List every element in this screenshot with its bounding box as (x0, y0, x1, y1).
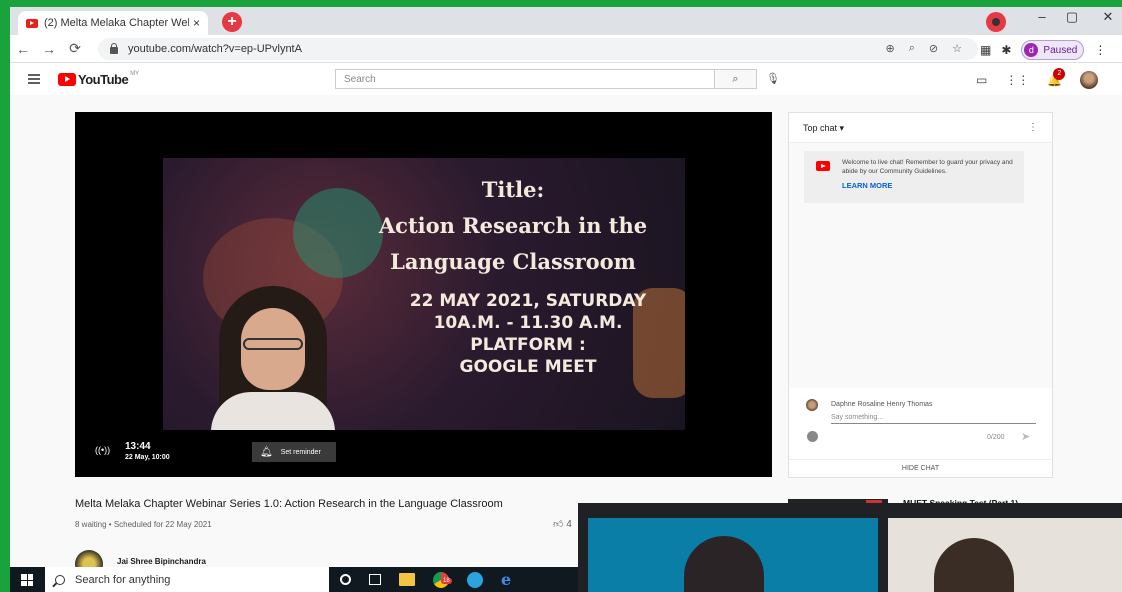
search-button[interactable]: ⌕ (715, 69, 757, 89)
set-reminder-button[interactable]: 🔔︎ Set reminder (252, 442, 336, 462)
thumbs-up-icon: 👍︎ (553, 519, 564, 530)
video-thumbnail-slide: Title: Action Research in the Language C… (163, 158, 685, 430)
windows-taskbar: Search for anything 18 e (10, 567, 590, 592)
address-bar[interactable]: youtube.com/watch?v=ep-UPvlyntA ⊕ ⌕ ⊘ ☆ (98, 38, 978, 60)
notifications-bell-icon[interactable]: 🔔 2 (1047, 68, 1066, 87)
youtube-logo[interactable]: YouTube MY (58, 70, 140, 87)
extension-grid-icon[interactable]: ▦ (980, 43, 991, 57)
close-tab-icon[interactable]: × (193, 16, 200, 30)
reload-icon[interactable]: ⟳ (62, 40, 88, 57)
lock-icon (110, 42, 118, 54)
welcome-text: Welcome to live chat! Remember to guard … (842, 159, 1013, 175)
toolbar: ← → ⟳ youtube.com/watch?v=ep-UPvlyntA ⊕ … (10, 35, 1122, 63)
video-player[interactable]: Title: Action Research in the Language C… (75, 112, 772, 477)
participant-tile[interactable] (588, 518, 878, 592)
watch-page: Title: Action Research in the Language C… (10, 95, 1122, 567)
back-icon[interactable]: ← (10, 41, 36, 57)
forward-icon[interactable]: → (36, 41, 62, 57)
emoji-icon[interactable] (807, 431, 818, 442)
youtube-icon (816, 161, 830, 171)
search-icon: ⌕ (732, 73, 739, 85)
chat-message-input[interactable]: Say something... (831, 414, 1036, 424)
live-chat-panel: Top chat ▾ ⋮ Welcome to live chat! Remem… (788, 112, 1053, 478)
telegram-icon[interactable] (467, 571, 483, 588)
tab-strip: (2) Melta Melaka Chapter Webinar × + – ▢… (10, 7, 1122, 35)
account-avatar[interactable] (1080, 71, 1099, 89)
task-view-icon[interactable] (369, 574, 381, 585)
video-call-overlay (578, 503, 1122, 592)
recording-extension-icon[interactable] (986, 12, 1006, 32)
file-explorer-icon[interactable] (399, 573, 415, 586)
chat-user-avatar (806, 399, 818, 411)
profile-button[interactable]: d Paused (1021, 40, 1085, 60)
video-title: Melta Melaka Chapter Webinar Series 1.0:… (75, 498, 503, 510)
hide-chat-button[interactable]: HIDE CHAT (789, 459, 1052, 479)
chrome-icon[interactable]: 18 (433, 571, 452, 588)
url-text: youtube.com/watch?v=ep-UPvlyntA (128, 43, 302, 55)
youtube-favicon-icon (26, 18, 38, 28)
extensions-puzzle-icon[interactable]: ✱ (1001, 43, 1011, 57)
create-video-icon[interactable]: ▭ (976, 73, 987, 87)
participant-tile[interactable] (888, 518, 1122, 592)
countdown-time: 13:44 (125, 441, 151, 452)
presenter-photo (203, 286, 343, 430)
microphone-icon[interactable]: 🎙 (766, 72, 780, 85)
channel-avatar[interactable] (75, 550, 103, 567)
participant-video (934, 538, 1014, 592)
edge-icon[interactable]: e (501, 570, 511, 589)
search-input[interactable]: Search (335, 69, 715, 89)
youtube-header: YouTube MY Search ⌕ 🎙 ▭ ⋮⋮ 🔔 2 (10, 64, 1122, 94)
send-icon[interactable]: ➤ (1021, 430, 1030, 443)
browser-tab[interactable]: (2) Melta Melaka Chapter Webinar × (18, 11, 208, 35)
countdown-date: 22 May, 10:00 (125, 454, 170, 461)
like-count: 4 (566, 519, 572, 530)
close-window-icon[interactable]: ✕ (1094, 9, 1122, 25)
tab-title: (2) Melta Melaka Chapter Webinar (44, 17, 189, 29)
slide-event-details: 22 MAY 2021, SATURDAY 10A.M. - 11.30 A.M… (409, 291, 647, 377)
like-button[interactable]: 👍︎ 4 (553, 518, 572, 530)
channel-name[interactable]: Jai Shree Bipinchandra (117, 557, 206, 566)
chat-more-icon[interactable]: ⋮ (1028, 122, 1038, 133)
learn-more-link[interactable]: LEARN MORE (842, 181, 1016, 190)
zoom-icon[interactable]: ⌕ (909, 42, 915, 55)
region-label: MY (130, 70, 140, 77)
bell-icon: 🔔︎ (260, 446, 273, 458)
youtube-play-icon (58, 73, 76, 86)
profile-status: Paused (1043, 44, 1078, 56)
char-counter: 0/200 (987, 434, 1005, 441)
cortana-icon[interactable] (340, 574, 351, 585)
chat-input-area: Daphne Rosaline Henry Thomas Say somethi… (789, 391, 1052, 457)
chrome-badge: 18 (441, 577, 452, 584)
chat-header: Top chat ▾ ⋮ (789, 113, 1052, 143)
new-tab-button[interactable]: + (222, 12, 242, 32)
windows-start-icon[interactable] (21, 574, 33, 586)
minimize-icon[interactable]: – (1028, 9, 1056, 24)
top-chat-dropdown[interactable]: Top chat ▾ (803, 123, 844, 133)
menu-icon[interactable] (28, 74, 40, 84)
tracking-icon[interactable]: ⊘ (929, 42, 938, 55)
welcome-message: Welcome to live chat! Remember to guard … (804, 151, 1024, 203)
taskbar-search[interactable]: Search for anything (45, 567, 329, 592)
set-reminder-label: Set reminder (280, 448, 321, 456)
search-icon (55, 574, 65, 585)
chat-messages: Welcome to live chat! Remember to guard … (789, 143, 1052, 388)
taskbar-search-text: Search for anything (75, 573, 171, 586)
video-meta: 8 waiting • Scheduled for 22 May 2021 (75, 520, 212, 529)
bookmark-star-icon[interactable]: ☆ (952, 42, 962, 55)
participant-video (684, 536, 764, 592)
notification-badge: 2 (1053, 68, 1066, 80)
slide-title: Title: Action Research in the Language C… (378, 177, 648, 274)
profile-avatar: d (1024, 43, 1039, 57)
youtube-wordmark: YouTube (78, 72, 129, 87)
browser-menu-icon[interactable]: ⋮ (1094, 43, 1106, 57)
live-broadcast-icon: ((•)) (95, 445, 111, 455)
browser-window: (2) Melta Melaka Chapter Webinar × + – ▢… (10, 7, 1122, 567)
maximize-icon[interactable]: ▢ (1058, 9, 1086, 25)
chat-user-name: Daphne Rosaline Henry Thomas (831, 401, 933, 408)
apps-grid-icon[interactable]: ⋮⋮ (1005, 73, 1029, 87)
translate-icon[interactable]: ⊕ (886, 42, 895, 55)
